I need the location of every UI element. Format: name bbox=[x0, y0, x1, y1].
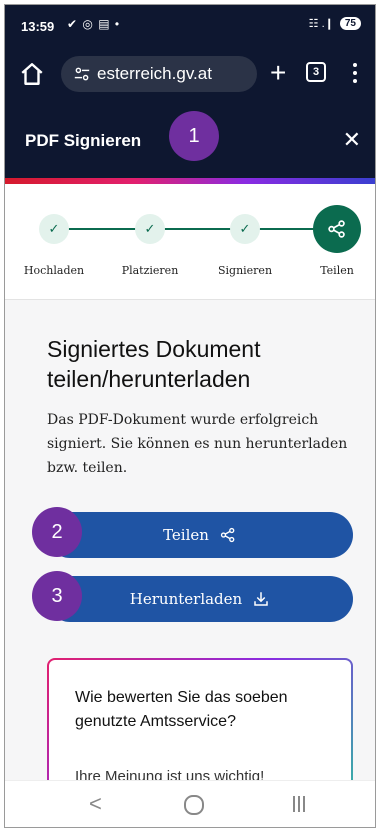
home-button-icon[interactable] bbox=[184, 795, 204, 815]
battery-icon: 75 bbox=[339, 17, 361, 30]
section-heading: Signiertes Dokument teilen/herunterladen bbox=[47, 336, 261, 392]
system-navigation-bar: < bbox=[5, 780, 375, 827]
step-4-share-icon bbox=[313, 205, 361, 253]
step-label-signieren: Signieren bbox=[217, 264, 273, 277]
step-label-hochladen: Hochladen bbox=[23, 264, 85, 277]
page-title: PDF Signieren bbox=[25, 131, 142, 150]
download-icon bbox=[254, 592, 268, 606]
feedback-card: Wie bewerten Sie das soeben genutzte Amt… bbox=[47, 658, 353, 798]
share-icon bbox=[220, 527, 235, 543]
step-label-platzieren: Platzieren bbox=[121, 264, 179, 277]
site-settings-icon[interactable] bbox=[73, 65, 91, 83]
step-1-check-icon: ✓ bbox=[39, 214, 69, 244]
signal-icon: ☷ .❙ bbox=[308, 18, 334, 30]
status-bar: 13:59 ✔ ◎ ▤ • ☷ .❙ 75 bbox=[5, 5, 375, 49]
step-label-teilen: Teilen bbox=[320, 264, 354, 277]
step-2-check-icon: ✓ bbox=[135, 214, 165, 244]
browser-menu-icon[interactable] bbox=[353, 63, 357, 87]
address-bar[interactable]: esterreich.gv.at bbox=[61, 56, 257, 92]
status-right: ☷ .❙ 75 bbox=[309, 17, 361, 30]
tab-switcher-icon[interactable]: 3 bbox=[306, 62, 326, 82]
status-time: 13:59 bbox=[21, 19, 55, 34]
close-icon[interactable]: ✕ bbox=[343, 129, 361, 151]
back-icon[interactable]: < bbox=[89, 791, 102, 817]
stepper-line bbox=[55, 228, 337, 230]
download-button-label: Herunterladen bbox=[129, 590, 243, 608]
url-text: esterreich.gv.at bbox=[97, 64, 212, 83]
download-button[interactable]: Herunterladen bbox=[47, 576, 353, 622]
progress-stepper: ✓ ✓ ✓ Hochladen Platzieren Signieren Tei… bbox=[5, 184, 375, 300]
home-icon[interactable] bbox=[19, 61, 45, 87]
annotation-marker-3: 3 bbox=[32, 571, 82, 621]
phone-frame: 13:59 ✔ ◎ ▤ • ☷ .❙ 75 esterreich.gv.at +… bbox=[4, 4, 376, 828]
step-3-check-icon: ✓ bbox=[230, 214, 260, 244]
annotation-marker-1: 1 bbox=[169, 111, 219, 161]
new-tab-icon[interactable]: + bbox=[270, 58, 286, 88]
section-description: Das PDF-Dokument wurde erfolgreich signi… bbox=[47, 412, 348, 476]
browser-toolbar: esterreich.gv.at + 3 bbox=[5, 49, 375, 101]
share-button[interactable]: Teilen bbox=[47, 512, 353, 558]
recent-apps-icon[interactable] bbox=[293, 796, 305, 812]
share-button-label: Teilen bbox=[163, 526, 209, 544]
status-notification-icons: ✔ ◎ ▤ • bbox=[67, 17, 121, 31]
annotation-marker-2: 2 bbox=[32, 507, 82, 557]
feedback-question: Wie bewerten Sie das soeben genutzte Amt… bbox=[75, 689, 288, 730]
